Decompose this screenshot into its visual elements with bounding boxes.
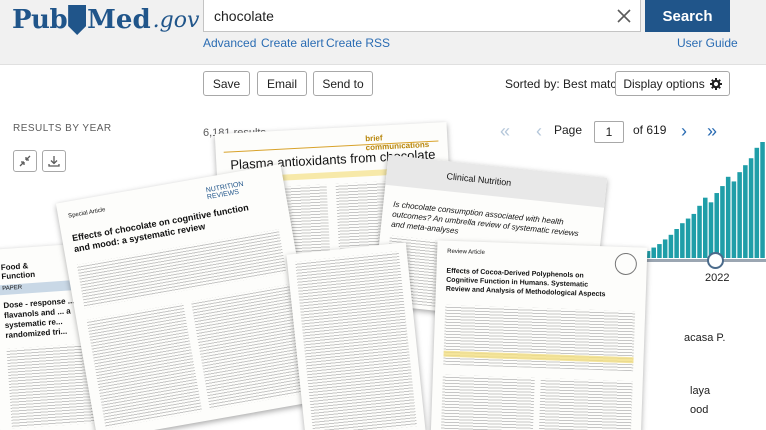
journal-logo: NUTRITION REVIEWS: [205, 180, 245, 202]
send-to-button[interactable]: Send to: [313, 71, 373, 96]
journal-seal-icon: [614, 252, 638, 276]
histogram-bar[interactable]: [657, 244, 662, 258]
create-rss-link[interactable]: Create RSS: [326, 36, 390, 50]
collapse-arrows-icon: [19, 155, 31, 167]
paper-label: Review Article: [447, 248, 485, 257]
prev-page-icon[interactable]: ‹: [536, 121, 542, 142]
text-column: [538, 378, 633, 430]
email-button[interactable]: Email: [257, 71, 307, 96]
logo-bookmark-icon: [68, 5, 87, 35]
author-fragment: acasa P.: [684, 332, 726, 344]
search-input[interactable]: chocolate: [203, 0, 641, 32]
next-page-icon[interactable]: ›: [681, 121, 687, 142]
histogram-bar[interactable]: [691, 213, 697, 258]
histogram-bar[interactable]: [697, 205, 702, 258]
create-alert-link[interactable]: Create alert: [261, 36, 324, 50]
display-options-button[interactable]: Display options: [615, 71, 730, 96]
histogram-bar[interactable]: [743, 165, 748, 258]
histogram-bar[interactable]: [760, 142, 765, 258]
download-timeline-button[interactable]: [42, 150, 66, 172]
last-page-icon[interactable]: »: [707, 121, 717, 142]
logo-pub: Pub: [12, 5, 68, 35]
year-range-slider[interactable]: [640, 259, 766, 262]
histogram-bar[interactable]: [674, 229, 679, 258]
year-slider-handle[interactable]: [707, 252, 724, 269]
histogram-bar[interactable]: [703, 197, 708, 258]
journal-name: Food & Function: [0, 261, 36, 282]
paper-cocoa-polyphenols: Review Article Effects of Cocoa-Derived …: [430, 240, 648, 430]
paper-title: Effects of Cocoa-Derived Polyphenols on …: [445, 267, 606, 299]
sort-selector[interactable]: Sorted by: Best match: [505, 77, 623, 91]
histogram-bar[interactable]: [662, 239, 668, 258]
histogram-bar[interactable]: [748, 158, 754, 258]
histogram-bar[interactable]: [651, 247, 656, 258]
histogram-bar[interactable]: [668, 234, 674, 258]
clear-search-button[interactable]: [610, 2, 638, 30]
page-total: of 619: [633, 123, 667, 137]
results-by-year-histogram[interactable]: [640, 140, 766, 258]
display-options-label: Display options: [623, 76, 705, 91]
pubmed-logo[interactable]: Pub Med .gov: [12, 0, 199, 40]
close-icon: [617, 9, 631, 23]
histogram-bar[interactable]: [720, 186, 725, 258]
histogram-bar[interactable]: [708, 202, 714, 258]
results-by-year-heading: RESULTS BY YEAR: [13, 123, 112, 134]
first-page-icon[interactable]: «: [500, 121, 510, 142]
paper-kicker: Special Article: [67, 207, 106, 220]
histogram-bar[interactable]: [714, 193, 719, 258]
advanced-link[interactable]: Advanced: [203, 36, 256, 50]
histogram-bar[interactable]: [725, 176, 731, 258]
paper-continuation: [286, 242, 426, 430]
histogram-bar[interactable]: [737, 172, 742, 258]
paper-effects-of-chocolate: Special Article NUTRITION REVIEWS Effects…: [55, 164, 323, 430]
author-fragment: laya: [690, 385, 711, 397]
logo-med: Med: [87, 5, 151, 35]
pubmed-results-page: Pub Med .gov chocolate Search Advanced C…: [0, 0, 766, 430]
text-column: [295, 251, 418, 430]
header-bar: Pub Med .gov chocolate Search Advanced C…: [0, 0, 766, 64]
search-button[interactable]: Search: [645, 0, 730, 32]
toolbar-divider: [0, 64, 766, 65]
histogram-bar[interactable]: [680, 223, 685, 258]
year-end-label: 2022: [705, 272, 730, 284]
page-label: Page: [554, 123, 583, 137]
histogram-bar[interactable]: [731, 181, 737, 258]
histogram-bar[interactable]: [754, 147, 760, 258]
logo-gov: .gov: [152, 7, 200, 33]
gear-icon: [709, 77, 722, 90]
download-icon: [48, 156, 60, 167]
text-column: [86, 303, 203, 429]
expand-timeline-button[interactable]: [13, 150, 37, 172]
save-button[interactable]: Save: [203, 71, 250, 96]
author-fragment: ood: [690, 404, 709, 416]
user-guide-link[interactable]: User Guide: [677, 36, 738, 50]
page-number-input[interactable]: 1: [594, 121, 624, 143]
text-column: [440, 374, 535, 430]
histogram-bar[interactable]: [685, 218, 691, 258]
